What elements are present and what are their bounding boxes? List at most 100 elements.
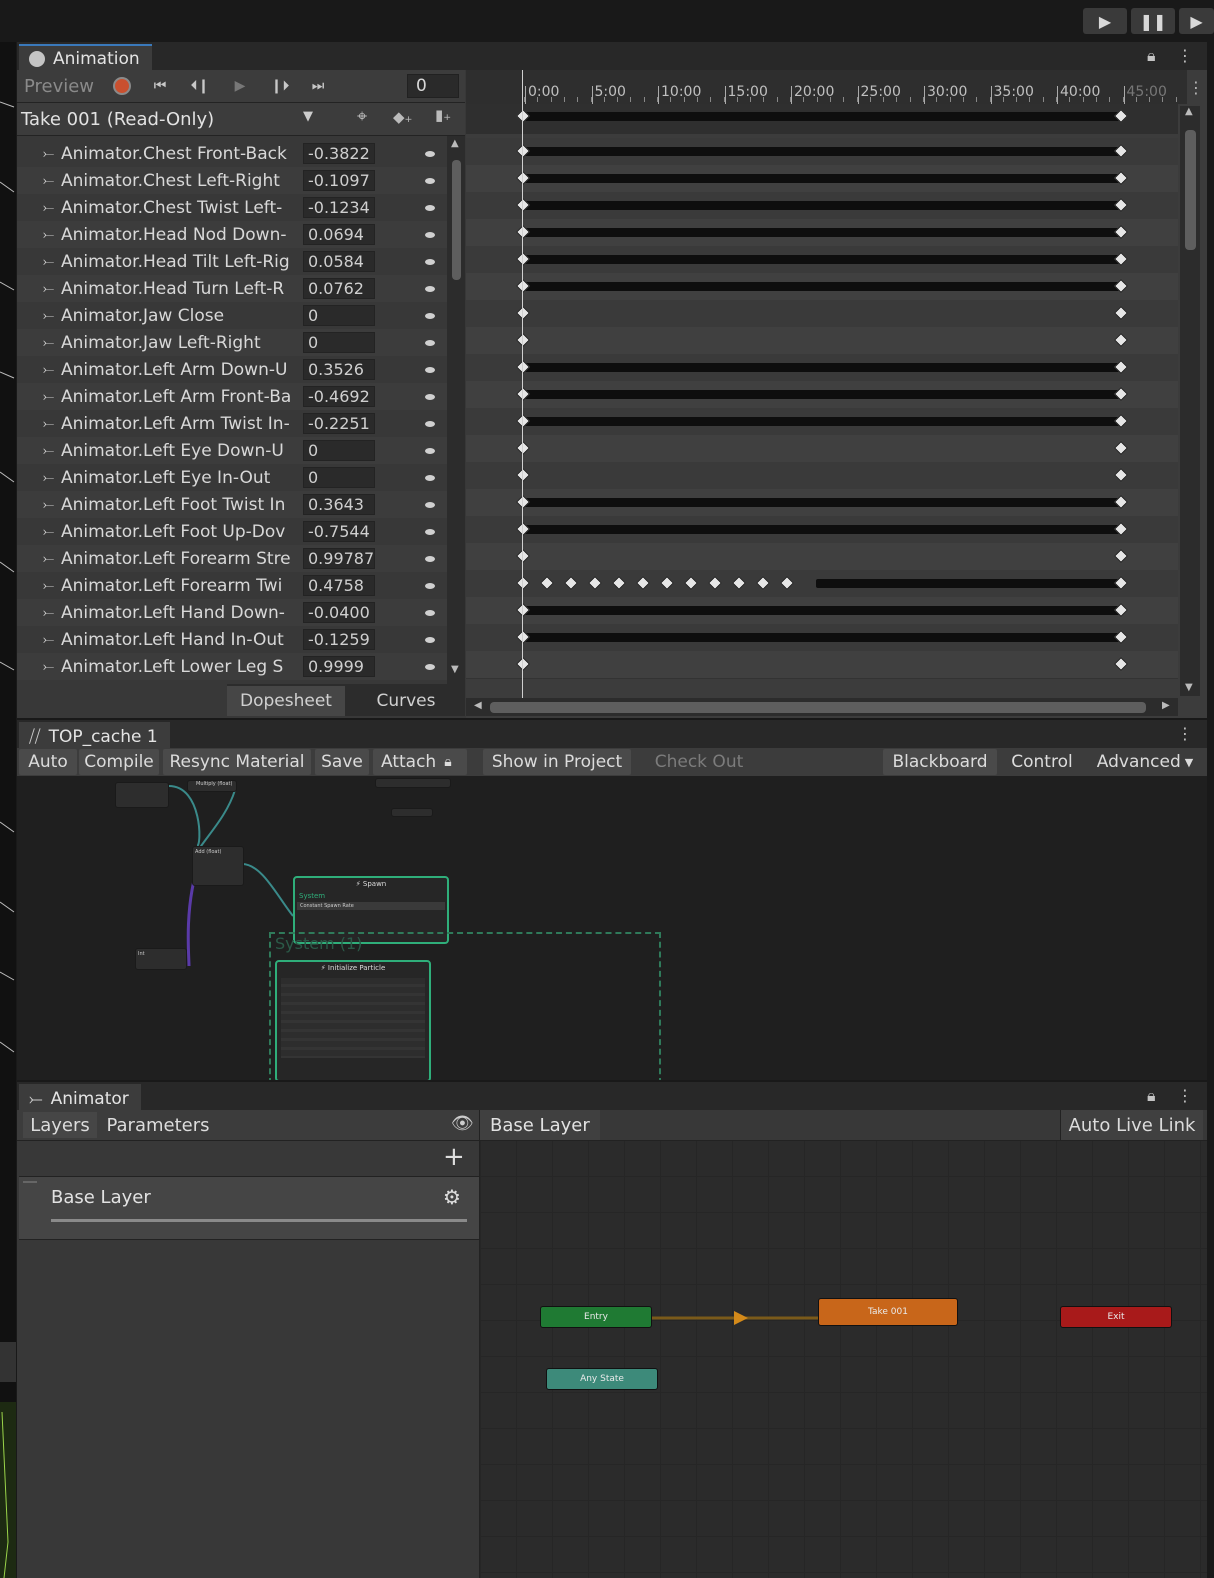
state-exit[interactable]: Exit bbox=[1060, 1306, 1172, 1328]
property-row[interactable]: ⤚ Animator.Left Hand In-Out -0.1259 bbox=[17, 626, 447, 653]
property-row[interactable]: ⤚ Animator.Left Arm Down-U 0.3526 bbox=[17, 356, 447, 383]
record-button[interactable] bbox=[109, 73, 135, 99]
keyframe-toggle-icon[interactable] bbox=[425, 582, 435, 589]
kebab-menu-icon[interactable]: ⋮ bbox=[1188, 78, 1204, 97]
property-row[interactable]: ⤚ Animator.Left Forearm Twi 0.4758 bbox=[17, 572, 447, 599]
property-value[interactable]: -0.4692 bbox=[303, 386, 375, 407]
keyframe-toggle-icon[interactable] bbox=[425, 474, 435, 481]
vfx-tab[interactable]: ⧸⧸ TOP_cache 1 bbox=[19, 722, 170, 750]
auto-button[interactable]: Auto bbox=[19, 749, 77, 775]
state-entry[interactable]: Entry bbox=[540, 1306, 652, 1328]
property-row[interactable]: ⤚ Animator.Chest Twist Left- -0.1234 bbox=[17, 194, 447, 221]
scroll-thumb[interactable] bbox=[1185, 130, 1196, 250]
resync-material-button[interactable]: Resync Material bbox=[163, 749, 311, 775]
int-node[interactable]: Int bbox=[135, 948, 187, 970]
keyframe-toggle-icon[interactable] bbox=[425, 177, 435, 184]
property-row[interactable]: ⤚ Animator.Left Foot Up-Dov -0.7544 bbox=[17, 518, 447, 545]
property-value[interactable]: 0 bbox=[303, 467, 375, 488]
check-out-button[interactable]: Check Out bbox=[647, 749, 751, 775]
state-machine-graph[interactable]: Base Layer Auto Live Link Entry Take 001… bbox=[480, 1110, 1207, 1578]
value-node[interactable] bbox=[391, 808, 433, 817]
keyframe-toggle-icon[interactable] bbox=[425, 258, 435, 265]
tab-dopesheet[interactable]: Dopesheet bbox=[227, 686, 345, 716]
advanced-dropdown[interactable]: Advanced ▼ bbox=[1087, 749, 1203, 775]
add-node[interactable]: Add (float) bbox=[192, 846, 244, 886]
layer-item-base[interactable]: Base Layer ⚙ bbox=[19, 1176, 479, 1240]
keyframe-track[interactable] bbox=[466, 138, 1178, 166]
initialize-context[interactable]: ⚡ Initialize Particle bbox=[275, 960, 431, 1080]
property-row[interactable]: ⤚ Animator.Left Forearm Stre 0.99787 bbox=[17, 545, 447, 572]
property-value[interactable]: 0.9999 bbox=[303, 656, 375, 677]
tab-layers[interactable]: Layers bbox=[23, 1112, 97, 1138]
first-keyframe-button[interactable]: ⏮ bbox=[143, 73, 177, 99]
property-row[interactable]: ⤚ Animator.Jaw Close 0 bbox=[17, 302, 447, 329]
property-value[interactable]: -0.0400 bbox=[303, 602, 375, 623]
keyframe-track[interactable] bbox=[466, 651, 1178, 679]
vfx-graph-canvas[interactable]: Multiply (float) Add (float) Int ⚡ Spawn… bbox=[17, 776, 1207, 1080]
control-button[interactable]: Control bbox=[999, 749, 1085, 775]
scroll-thumb[interactable] bbox=[490, 702, 1146, 713]
animation-tab[interactable]: Animation bbox=[19, 44, 152, 72]
property-value[interactable]: 0.99787 bbox=[303, 548, 375, 569]
keyframe-toggle-icon[interactable] bbox=[425, 663, 435, 670]
keyframe-track[interactable] bbox=[466, 543, 1178, 571]
keyframe-track[interactable] bbox=[466, 516, 1178, 544]
keyframe-track[interactable] bbox=[466, 408, 1178, 436]
add-event-icon[interactable]: ▮₊ bbox=[435, 106, 451, 124]
lock-icon[interactable]: 🔒︎ bbox=[1147, 1086, 1156, 1106]
keyframe-track[interactable] bbox=[466, 381, 1178, 409]
constant-rate-block[interactable]: Constant Spawn Rate bbox=[297, 902, 445, 910]
keyframe-toggle-icon[interactable] bbox=[425, 393, 435, 400]
last-keyframe-button[interactable]: ⏭ bbox=[301, 73, 335, 99]
add-layer-icon[interactable]: + bbox=[443, 1142, 465, 1172]
kebab-menu-icon[interactable]: ⋮ bbox=[1177, 724, 1193, 743]
summary-track[interactable] bbox=[466, 106, 1178, 128]
eye-icon[interactable]: 👁︎ bbox=[451, 1113, 474, 1134]
scroll-left-icon[interactable]: ◀ bbox=[474, 700, 482, 711]
keyframe-toggle-icon[interactable] bbox=[425, 231, 435, 238]
keyframe-toggle-icon[interactable] bbox=[425, 150, 435, 157]
property-value[interactable]: 0.0584 bbox=[303, 251, 375, 272]
property-row[interactable]: ⤚ Animator.Left Hand Down- -0.0400 bbox=[17, 599, 447, 626]
property-row[interactable]: ⤚ Animator.Left Foot Twist In 0.3643 bbox=[17, 491, 447, 518]
next-keyframe-button[interactable]: ❙⏵ bbox=[263, 73, 297, 99]
property-value[interactable]: -0.1234 bbox=[303, 197, 375, 218]
scroll-thumb[interactable] bbox=[452, 160, 461, 280]
property-value[interactable]: -0.1259 bbox=[303, 629, 375, 650]
property-value[interactable]: 0.0694 bbox=[303, 224, 375, 245]
property-row[interactable]: ⤚ Animator.Left Eye Down-U 0 bbox=[17, 437, 447, 464]
play-button[interactable]: ▶ bbox=[1083, 8, 1127, 34]
dopesheet-timeline[interactable]: 0:00 5:00 10:00 15:00 20:00 25:00 30:00 35:00 40… bbox=[466, 70, 1207, 718]
frame-field[interactable]: 0 bbox=[407, 74, 459, 98]
property-value[interactable]: -0.2251 bbox=[303, 413, 375, 434]
add-keyframe-icon[interactable]: ◆₊ bbox=[393, 108, 412, 126]
keyframe-toggle-icon[interactable] bbox=[425, 555, 435, 562]
step-button[interactable]: ▶ bbox=[1179, 8, 1214, 34]
play-clip-button[interactable]: ▶ bbox=[223, 73, 257, 99]
tab-curves[interactable]: Curves bbox=[347, 686, 465, 716]
property-node[interactable] bbox=[375, 778, 451, 788]
property-row[interactable]: ⤚ Animator.Left Arm Twist In- -0.2251 bbox=[17, 410, 447, 437]
keyframe-track[interactable] bbox=[466, 327, 1178, 355]
playhead[interactable] bbox=[522, 70, 523, 710]
property-scrollbar[interactable]: ▲ ▼ bbox=[447, 136, 465, 684]
float-node[interactable] bbox=[115, 782, 169, 808]
blackboard-button[interactable]: Blackboard bbox=[883, 749, 997, 775]
property-value[interactable]: 0 bbox=[303, 440, 375, 461]
gear-icon[interactable]: ⚙ bbox=[443, 1185, 461, 1209]
pause-button[interactable]: ❚❚ bbox=[1131, 8, 1175, 34]
keyframe-toggle-icon[interactable] bbox=[425, 528, 435, 535]
keyframe-toggle-icon[interactable] bbox=[425, 204, 435, 211]
property-value[interactable]: 0.3526 bbox=[303, 359, 375, 380]
clip-selector[interactable]: Take 001 (Read-Only) bbox=[21, 106, 321, 132]
property-value[interactable]: -0.1097 bbox=[303, 170, 375, 191]
property-value[interactable]: 0 bbox=[303, 332, 375, 353]
save-button[interactable]: Save bbox=[315, 749, 369, 775]
drag-handle-icon[interactable] bbox=[23, 1181, 37, 1183]
keyframe-track[interactable] bbox=[466, 192, 1178, 220]
keyframe-toggle-icon[interactable] bbox=[425, 609, 435, 616]
property-row[interactable]: ⤚ Animator.Left Lower Leg S 0.9999 bbox=[17, 653, 447, 680]
kebab-menu-icon[interactable]: ⋮ bbox=[1177, 1086, 1193, 1105]
scroll-down-icon[interactable]: ▼ bbox=[1185, 682, 1193, 693]
property-row[interactable]: ⤚ Animator.Left Eye In-Out 0 bbox=[17, 464, 447, 491]
